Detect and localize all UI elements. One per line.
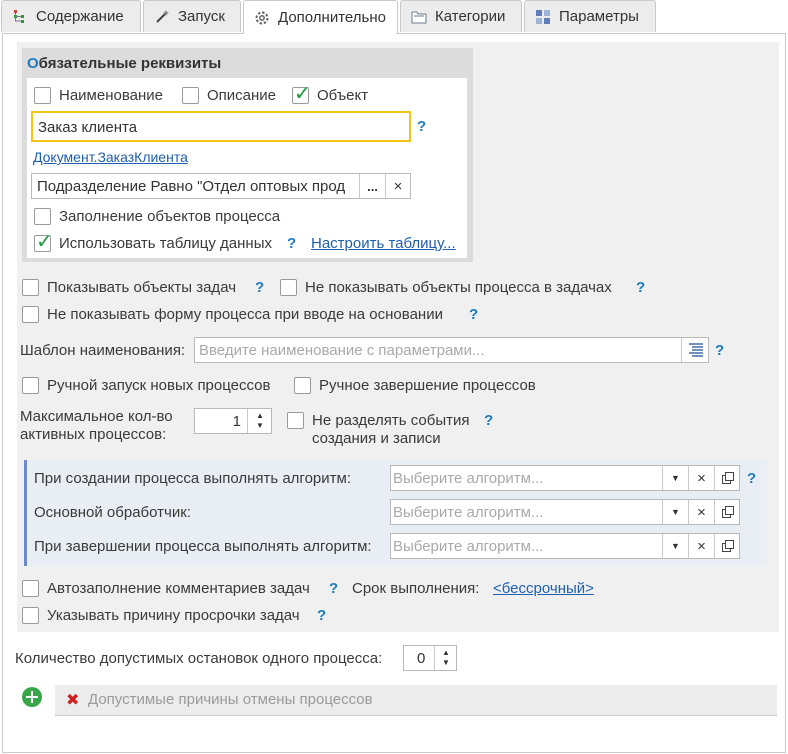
tab-label: Содержание: [36, 8, 124, 25]
tab-label: Параметры: [559, 8, 639, 25]
fill-process-objects-label: Заполнение объектов процесса: [59, 208, 281, 225]
name-checkbox[interactable]: [34, 87, 51, 104]
chevron-down-icon[interactable]: ▼: [662, 534, 688, 558]
show-task-objects-label: Показывать объекты задач: [47, 279, 237, 296]
grid-icon: [536, 9, 550, 24]
help-icon[interactable]: ?: [329, 580, 338, 597]
folder-icon: [411, 11, 427, 23]
close-icon[interactable]: ×: [688, 466, 714, 490]
close-icon[interactable]: ×: [688, 534, 714, 558]
text-lines-icon: [688, 343, 703, 357]
use-data-table-checkbox[interactable]: ✓: [34, 231, 53, 253]
main-handler-select[interactable]: Выберите алгоритм... ▼ ×: [390, 499, 740, 525]
no-split-events-label-line1: Не разделять события: [312, 412, 470, 429]
filter-clear-button[interactable]: ×: [385, 174, 410, 198]
arrow-up-icon: ▲: [442, 648, 450, 657]
stepper-arrows[interactable]: ▲ ▼: [247, 409, 272, 433]
hide-process-objects-label: Не показывать объекты процесса в задачах: [305, 279, 612, 296]
checkmark-icon: ✓: [36, 231, 53, 253]
help-icon[interactable]: ?: [484, 412, 493, 429]
deadline-label: Срок выполнения:: [352, 580, 480, 597]
tree-icon: [14, 9, 24, 23]
hide-form-on-basis-label: Не показывать форму процесса при вводе н…: [47, 306, 443, 323]
chevron-down-icon[interactable]: ▼: [662, 500, 688, 524]
object-type-link[interactable]: Документ.ЗаказКлиента: [33, 149, 188, 165]
max-active-label-line1: Максимальное кол-во: [20, 408, 173, 425]
tab-categories[interactable]: Категории: [400, 0, 522, 32]
tab-parameters[interactable]: Параметры: [524, 0, 656, 32]
delete-icon[interactable]: ✖: [66, 690, 79, 710]
no-split-events-checkbox[interactable]: [287, 412, 304, 429]
stepper-arrows[interactable]: ▲ ▼: [434, 646, 457, 670]
manual-finish-label: Ручное завершение процессов: [319, 377, 536, 394]
open-icon[interactable]: [714, 534, 740, 558]
checkmark-icon: ✓: [294, 83, 311, 105]
name-checkbox-label: Наименование: [59, 87, 163, 104]
arrow-up-icon: ▲: [256, 411, 264, 420]
manual-start-label: Ручной запуск новых процессов: [47, 377, 271, 394]
tab-label: Запуск: [178, 8, 225, 25]
show-task-objects-checkbox[interactable]: [22, 279, 39, 296]
no-split-events-label-line2: создания и записи: [312, 430, 441, 447]
description-checkbox-label: Описание: [207, 87, 277, 104]
max-active-label-line2: активных процессов:: [20, 426, 167, 443]
arrow-down-icon: ▼: [442, 658, 450, 667]
close-icon[interactable]: ×: [688, 500, 714, 524]
tab-launch[interactable]: Запуск: [143, 0, 241, 32]
autofill-comments-label: Автозаполнение комментариев задач: [47, 580, 310, 597]
on-finish-algorithm-select[interactable]: Выберите алгоритм... ▼ ×: [390, 533, 740, 559]
help-icon[interactable]: ?: [469, 306, 478, 323]
overdue-reason-label: Указывать причину просрочки задач: [47, 607, 300, 624]
group-title: Обязательные реквизиты: [27, 55, 222, 72]
open-icon[interactable]: [714, 466, 740, 490]
configure-table-link[interactable]: Настроить таблицу...: [311, 235, 456, 252]
hide-form-on-basis-checkbox[interactable]: [22, 306, 39, 323]
required-attributes-body: [27, 78, 467, 258]
help-icon[interactable]: ?: [747, 470, 756, 487]
main-handler-label: Основной обработчик:: [34, 504, 191, 521]
hide-process-objects-checkbox[interactable]: [280, 279, 297, 296]
filter-field[interactable]: Подразделение Равно "Отдел оптовых прод …: [31, 173, 411, 199]
gear-icon: [255, 11, 269, 24]
on-finish-algorithm-label: При завершении процесса выполнять алгори…: [34, 538, 372, 555]
deadline-link[interactable]: <бессрочный>: [493, 580, 594, 597]
fill-process-objects-checkbox[interactable]: [34, 208, 51, 225]
tab-content[interactable]: Содержание: [1, 0, 141, 32]
filter-select-button[interactable]: ...: [359, 174, 385, 198]
autofill-comments-checkbox[interactable]: [22, 580, 39, 597]
magic-wand-icon: [156, 9, 169, 23]
allowed-stops-stepper[interactable]: 0 ▲ ▼: [403, 645, 457, 671]
cancel-reasons-label: Допустимые причины отмены процессов: [88, 691, 373, 708]
help-icon[interactable]: ?: [317, 607, 326, 624]
on-create-algorithm-select[interactable]: Выберите алгоритм... ▼ ×: [390, 465, 740, 491]
use-data-table-label: Использовать таблицу данных: [59, 235, 272, 252]
manual-finish-checkbox[interactable]: [294, 377, 311, 394]
object-field[interactable]: Заказ клиента: [31, 111, 411, 142]
overdue-reason-checkbox[interactable]: [22, 607, 39, 624]
tab-label: Категории: [435, 8, 506, 25]
name-template-label: Шаблон наименования:: [20, 342, 186, 359]
help-icon[interactable]: ?: [715, 342, 724, 359]
template-editor-button[interactable]: [681, 338, 709, 362]
add-icon[interactable]: [22, 687, 42, 707]
max-active-stepper[interactable]: 1 ▲ ▼: [194, 408, 272, 434]
tab-bar: Содержание Запуск Дополнительно Категори…: [0, 0, 788, 34]
help-icon[interactable]: ?: [417, 118, 426, 135]
tab-label: Дополнительно: [278, 9, 386, 26]
name-template-input[interactable]: Введите наименование с параметрами...: [194, 337, 709, 363]
on-create-algorithm-label: При создании процесса выполнять алгоритм…: [34, 470, 351, 487]
chevron-down-icon[interactable]: ▼: [662, 466, 688, 490]
description-checkbox[interactable]: [182, 87, 199, 104]
open-icon[interactable]: [714, 500, 740, 524]
arrow-down-icon: ▼: [256, 421, 264, 430]
object-checkbox-label: Объект: [317, 87, 369, 104]
help-icon[interactable]: ?: [636, 279, 645, 296]
tab-additional[interactable]: Дополнительно: [243, 0, 398, 34]
help-icon[interactable]: ?: [255, 279, 264, 296]
object-checkbox[interactable]: ✓: [292, 83, 311, 105]
allowed-stops-label: Количество допустимых остановок одного п…: [15, 650, 383, 667]
manual-start-checkbox[interactable]: [22, 377, 39, 394]
help-icon[interactable]: ?: [287, 235, 296, 252]
